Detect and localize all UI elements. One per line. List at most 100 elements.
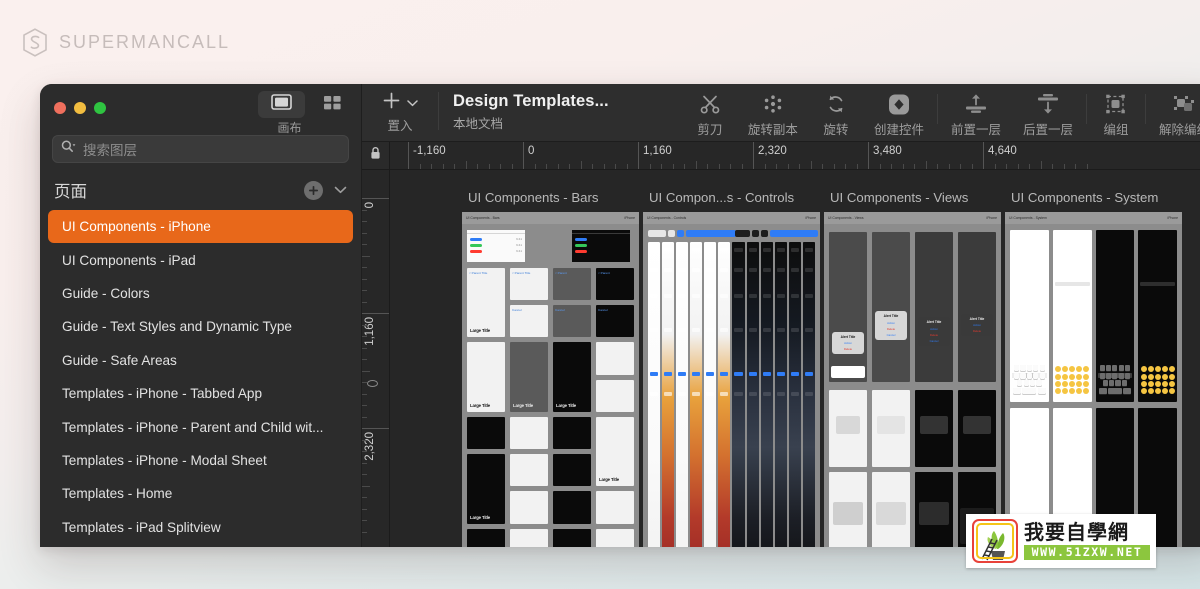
document-info[interactable]: Design Templates... 本地文档 [439,90,639,132]
ruler-minor-tick [362,508,367,510]
ruler-minor-tick [603,164,605,169]
ruler-lock-button[interactable] [362,142,390,169]
canvas-view-button[interactable] [258,91,305,118]
ruler-minor-tick [362,336,367,337]
artboard-header-sub: iPhone [624,216,635,220]
ruler-minor-tick [500,164,501,169]
ruler-minor-tick [534,164,536,169]
pages-title: 页面 [54,183,87,201]
ruler-minor-tick [856,164,858,169]
canvas-row: 0 1,160 2,320 UI Components - Bars UI Comp… [362,170,1200,547]
search-input[interactable]: 搜索图层 [52,135,349,163]
page-item-label: UI Components - iPad [62,252,196,268]
send-backward-button[interactable]: 后置一层 [1012,90,1084,138]
pages-header: 页面 [40,173,361,207]
ruler-minor-tick [431,164,432,169]
ruler-minor-tick [1029,164,1030,169]
ruler-minor-tick [580,161,582,169]
canvas[interactable]: UI Components - Bars UI Components - Bar… [390,170,1200,547]
ruler-minor-tick [615,164,616,169]
maximize-button[interactable] [94,102,106,114]
sidebar-item-templates-home[interactable]: Templates - Home [48,477,353,510]
rotate-copy-label: 旋转副本 [747,123,798,137]
sidebar-item-guide-text-styles[interactable]: Guide - Text Styles and Dynamic Type [48,310,353,343]
ruler-minor-tick [362,267,367,268]
ruler-minor-tick [1063,164,1065,169]
artboard-ui-components-system[interactable]: UI Components - System UI Components - S… [1005,190,1182,547]
ruler-minor-tick [362,232,367,234]
ruler-minor-tick [661,164,662,169]
toolbar-divider-3 [1144,94,1146,124]
rotate-button[interactable]: 旋转 [809,90,863,138]
sidebar-item-ui-components-iphone[interactable]: UI Components - iPhone [48,210,353,244]
ruler-minor-tick [362,221,367,222]
watermark-url: WWW.51ZXW.NET [1024,545,1150,560]
document-subtitle: 本地文档 [453,117,504,131]
ruler-minor-tick [787,164,789,169]
close-button[interactable] [54,102,66,114]
page-item-label: Templates - iPhone - Tabbed App [62,386,263,402]
artboard-ui-components-bars[interactable]: UI Components - Bars UI Components - Bar… [462,190,639,547]
sidebar-item-templates-modal-sheet[interactable]: Templates - iPhone - Modal Sheet [48,444,353,477]
grid-icon [323,94,342,116]
ruler-minor-tick [362,451,367,452]
pages-collapse-button[interactable] [331,181,349,199]
ruler-label: 3,480 [873,145,902,157]
view-toggle-group: 画布 [258,91,349,135]
bring-forward-button[interactable]: 前置一层 [940,90,1012,138]
app-window: 画布 搜索图层 页面 UI Components - iPhone UI Com… [40,84,1200,547]
ruler-label: 0 [364,202,376,209]
scissors-icon [699,92,721,116]
page-item-label: UI Components - iPhone [62,219,211,235]
s-hexagon-logo-icon [22,28,48,57]
lock-icon [370,146,381,165]
add-page-button[interactable] [304,180,323,200]
ruler-minor-tick [546,164,547,169]
rotate-copy-button[interactable]: 旋转副本 [737,90,809,138]
ruler-minor-tick [925,161,927,169]
insert-dropdown-icon[interactable] [406,94,418,112]
artboard-body: UI Components - Views iPhone Alert Title… [824,212,1001,547]
artboard-body: UI Components - Bars iPhone 9:41 9:41 9:… [462,212,639,547]
ruler-minor-tick [362,439,367,441]
group-label: 编组 [1103,123,1129,137]
sidebar-item-templates-tabbed-app[interactable]: Templates - iPhone - Tabbed App [48,377,353,410]
page-item-label: Templates - iPhone - Modal Sheet [62,452,267,468]
artboard-ui-components-controls[interactable]: UI Compon...s - Controls UI Components -… [643,190,820,547]
ungroup-button[interactable]: 解除编组 [1148,90,1200,138]
ruler-minor-tick [626,164,628,169]
ruler-minor-tick [845,164,846,169]
page-list[interactable]: UI Components - iPhone UI Components - i… [40,207,361,547]
ruler-minor-tick [465,161,467,169]
vertical-ruler[interactable]: 0 1,160 2,320 [362,170,390,547]
sidebar-item-guide-colors[interactable]: Guide - Colors [48,277,353,310]
artboard-body: UI Components - Controls iPhone [643,212,820,547]
ruler-minor-tick [891,164,892,169]
canvas-side: 置入 Design Templates... 本地文档 剪刀 旋转副本 旋转 创… [362,84,1200,547]
ruler-handle[interactable] [367,380,378,387]
ruler-minor-tick [879,164,881,169]
ruler-minor-tick [362,209,367,211]
artboard-label: UI Components - System [1011,190,1159,205]
group-icon [1104,92,1127,116]
scissors-button[interactable]: 剪刀 [683,90,737,138]
ruler-minor-tick [776,164,777,169]
sidebar-item-templates-ipad-splitview[interactable]: Templates - iPad Splitview [48,511,353,544]
ruler-minor-tick [937,164,938,169]
sidebar-item-guide-safe-areas[interactable]: Guide - Safe Areas [48,344,353,377]
toolbar: 置入 Design Templates... 本地文档 剪刀 旋转副本 旋转 创… [362,84,1200,142]
group-button[interactable]: 编组 [1089,90,1143,138]
sidebar-item-templates-parent-child[interactable]: Templates - iPhone - Parent and Child wi… [48,410,353,443]
insert-button[interactable]: 置入 [362,90,438,134]
site-watermark: 我要自學網 WWW.51ZXW.NET [966,514,1156,568]
ruler-minor-tick [1006,164,1007,169]
ruler-minor-tick [902,164,904,169]
sidebar-item-ui-components-ipad[interactable]: UI Components - iPad [48,243,353,276]
grid-view-button[interactable] [315,91,349,118]
brand-logo: SUPERMANCALL [22,28,230,57]
create-symbol-button[interactable]: 创建控件 [863,90,935,138]
minimize-button[interactable] [74,102,86,114]
ruler-minor-tick [649,164,651,169]
horizontal-ruler[interactable]: -1,160 0 1,160 2,320 3,480 4,640 [390,142,1200,169]
artboard-ui-components-views[interactable]: UI Components - Views UI Components - Vi… [824,190,1001,547]
